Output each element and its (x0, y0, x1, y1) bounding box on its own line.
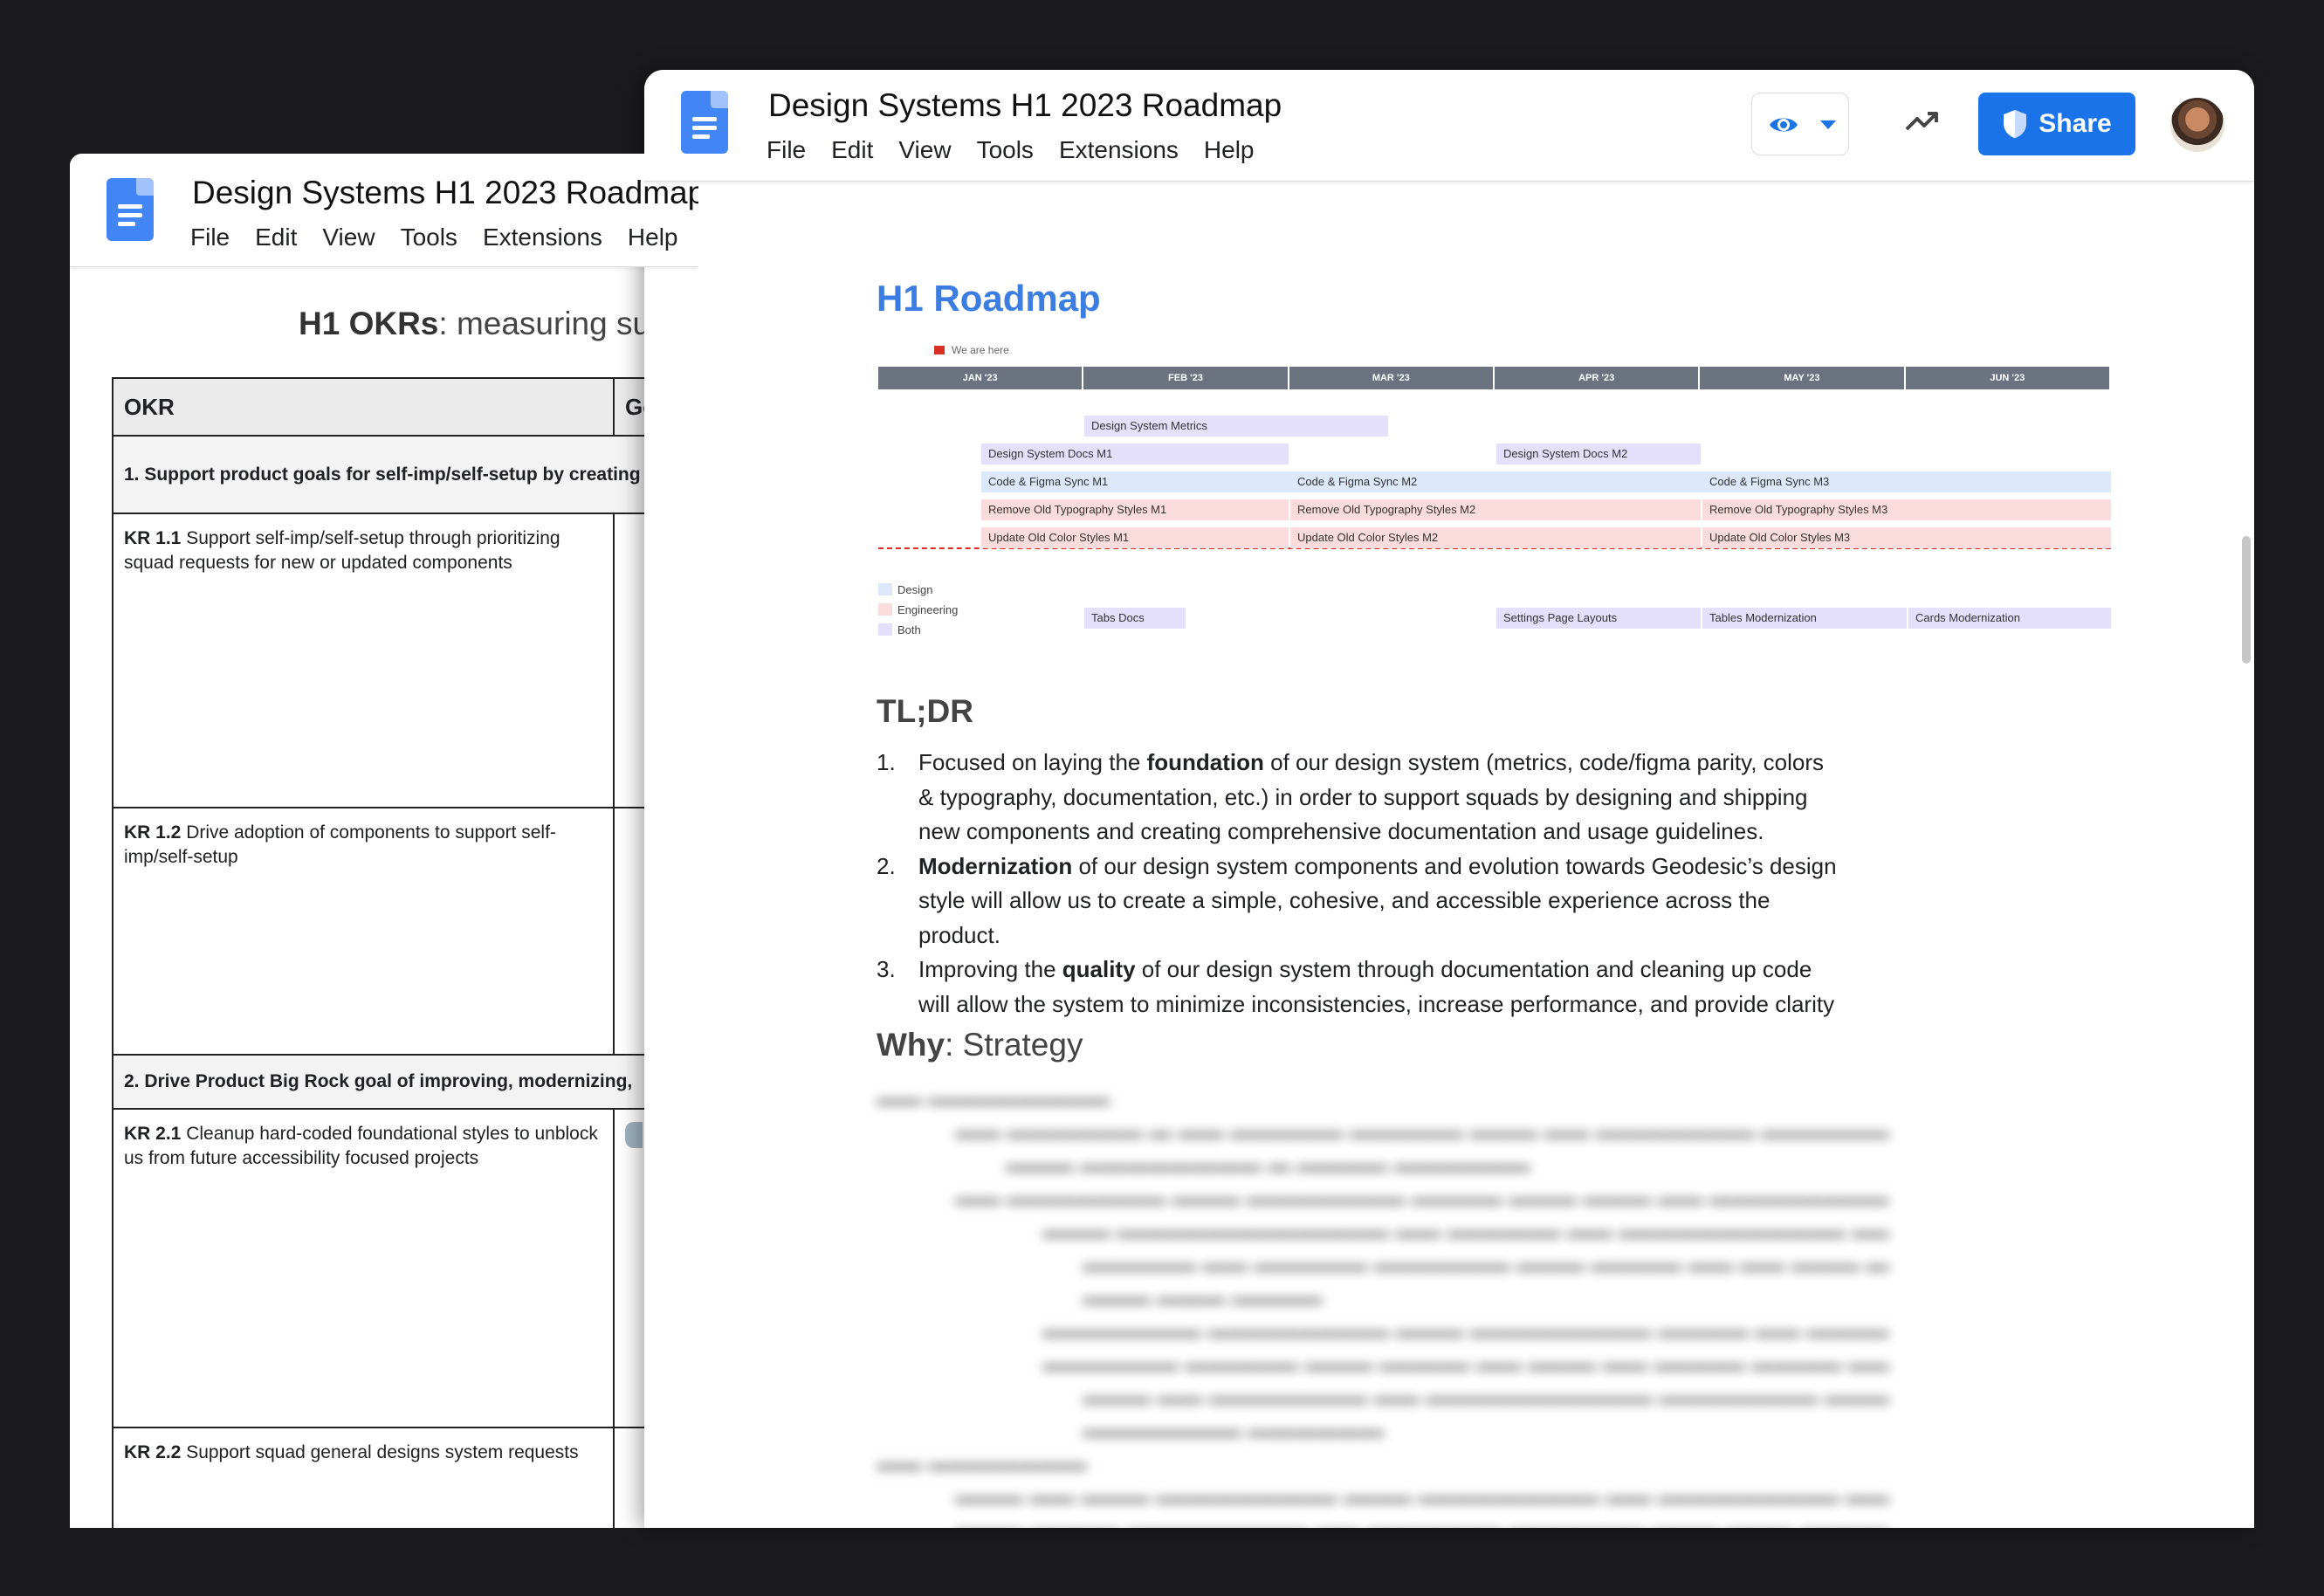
okr-table: OKR Goal 1. Support product goals for se… (112, 377, 698, 1528)
docs-icon[interactable] (107, 178, 154, 241)
menu-extensions[interactable]: Extensions (1059, 136, 1179, 164)
gantt-bar: Cards Modernization (1908, 608, 2111, 629)
document-title[interactable]: Design Systems H1 2023 Roadmap (768, 87, 1282, 124)
share-label: Share (2039, 109, 2112, 138)
we-are-here-marker: We are here (934, 344, 1009, 356)
avatar[interactable] (2169, 96, 2226, 154)
okr-heading: H1 OKRs: measuring success (299, 306, 698, 341)
front-document-window[interactable]: Design Systems H1 2023 Roadmap File Edit… (644, 70, 2254, 1528)
legend-item-both: Both (878, 620, 958, 640)
gantt-bar: Tabs Docs (1084, 608, 1186, 629)
gantt-bar: Tables Modernization (1702, 608, 1907, 629)
menu-bar: File Edit View Tools Extensions Help (767, 136, 1280, 164)
month-label: FEB '23 (1083, 367, 1288, 389)
table-row: KR 2.1 Cleanup hard-coded foundational s… (112, 1108, 615, 1428)
gantt-bar: Update Old Color Styles M3 (1702, 527, 2111, 548)
tldr-list: 1. Focused on laying the foundation of ou… (877, 746, 1837, 1022)
menu-help[interactable]: Help (1204, 136, 1255, 164)
document-body: H1 Roadmap We are here JAN '23 FEB '23 M… (644, 182, 2254, 1528)
menu-tools[interactable]: Tools (977, 136, 1034, 164)
gantt-bar: Remove Old Typography Styles M1 (981, 499, 1289, 520)
gantt-bar: Code & Figma Sync M2 (1290, 471, 1702, 492)
legend-item-engineering: Engineering (878, 600, 958, 620)
month-label: MAR '23 (1289, 367, 1493, 389)
menu-bar: File Edit View Tools Extensions Help (190, 224, 698, 251)
gantt-bar: Remove Old Typography Styles M2 (1290, 499, 1701, 520)
eye-icon (1770, 118, 1798, 132)
roadmap-gantt-chart: We are here JAN '23 FEB '23 MAR '23 APR … (878, 344, 2111, 650)
gantt-bar: Update Old Color Styles M2 (1290, 527, 1701, 548)
gantt-bar: Settings Page Layouts (1496, 608, 1701, 629)
gantt-bar: Remove Old Typography Styles M3 (1702, 499, 2111, 520)
chart-legend: Design Engineering Both (878, 580, 958, 640)
menu-edit[interactable]: Edit (255, 224, 297, 251)
month-header: JAN '23 FEB '23 MAR '23 APR '23 MAY '23 … (878, 367, 2111, 389)
menu-file[interactable]: File (190, 224, 230, 251)
menu-edit[interactable]: Edit (831, 136, 873, 164)
goal-row: 2. Drive Product Big Rock goal of improv… (112, 1054, 698, 1110)
gantt-bar: Design System Docs M2 (1496, 444, 1701, 464)
list-item: 2. Modernization of our design system com… (877, 852, 1837, 948)
menu-view[interactable]: View (322, 224, 375, 251)
shield-icon (2004, 110, 2027, 138)
table-row: KR 1.2 Drive adoption of components to s… (112, 807, 615, 1056)
menu-tools[interactable]: Tools (401, 224, 457, 251)
trend-icon[interactable] (1905, 110, 1940, 133)
back-toolbar: Design Systems H1 2023 Roadmap File Edit… (70, 154, 698, 267)
list-item: 1. Focused on laying the foundation of ou… (877, 749, 1824, 844)
menu-extensions[interactable]: Extensions (483, 224, 602, 251)
tldr-heading: TL;DR (877, 693, 973, 729)
menu-help[interactable]: Help (628, 224, 678, 251)
back-document-window[interactable]: Design Systems H1 2023 Roadmap File Edit… (70, 154, 698, 1528)
month-label: APR '23 (1494, 367, 1699, 389)
gantt-bar: Design System Metrics (1084, 416, 1388, 437)
blurred-content: ▬▬ ▬▬▬▬▬▬▬▬ ▬▬ ▬▬▬▬▬▬ ▬ ▬▬ ▬▬▬▬▬ ▬▬▬▬▬ ▬… (877, 1084, 1889, 1528)
why-heading: Why: Strategy (877, 1027, 1083, 1063)
table-row: KR 1.1 Support self-imp/self-setup throu… (112, 513, 615, 808)
list-item: 3. Improving the quality of our design sy… (877, 956, 1835, 1017)
okr-column-header: OKR (112, 377, 615, 437)
month-label: JUN '23 (1905, 367, 2109, 389)
view-mode-button[interactable] (1751, 93, 1849, 155)
menu-view[interactable]: View (898, 136, 951, 164)
table-row: KR 2.2 Support squad general designs sys… (112, 1427, 615, 1528)
docs-icon[interactable] (681, 91, 728, 154)
month-label: MAY '23 (1700, 367, 1904, 389)
cell-chip (625, 1122, 643, 1148)
scrollbar[interactable] (2242, 536, 2251, 664)
roadmap-heading: H1 Roadmap (877, 278, 1101, 319)
chevron-down-icon (1820, 120, 1836, 129)
goal-row: 1. Support product goals for self-imp/se… (112, 435, 698, 514)
menu-file[interactable]: File (767, 136, 806, 164)
front-toolbar: Design Systems H1 2023 Roadmap File Edit… (644, 70, 2254, 182)
flag-icon (934, 346, 945, 354)
gantt-bar: Code & Figma Sync M3 (1702, 471, 2111, 492)
document-title[interactable]: Design Systems H1 2023 Roadmap (192, 175, 698, 211)
legend-item-design: Design (878, 580, 958, 600)
gantt-bar: Design System Docs M1 (981, 444, 1289, 464)
share-button[interactable]: Share (1978, 93, 2135, 155)
gantt-bar: Update Old Color Styles M1 (981, 527, 1289, 548)
month-label: JAN '23 (878, 367, 1083, 389)
